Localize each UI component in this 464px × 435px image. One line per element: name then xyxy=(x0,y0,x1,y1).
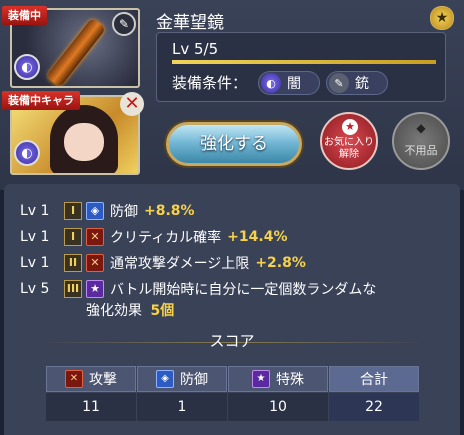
junk-label: 不用品 xyxy=(404,144,438,157)
star-icon[interactable]: ★ xyxy=(430,6,454,30)
equip-condition-label: 装備条件： xyxy=(172,74,248,92)
skill-name: クリティカル確率 xyxy=(110,230,222,246)
star-icon: ★ xyxy=(342,119,358,135)
weapon-art xyxy=(45,17,107,86)
score-label: 特殊 xyxy=(276,372,304,388)
dark-element-icon: ◐ xyxy=(14,140,40,166)
gun-type-icon: ✎ xyxy=(112,12,136,36)
attack-icon: ✕ xyxy=(86,254,104,272)
shield-icon: ◈ xyxy=(86,202,104,220)
score-value-total: 22 xyxy=(329,393,419,421)
skill-name-line2: 強化効果 xyxy=(86,303,142,319)
skill-level: Lv 1 xyxy=(20,255,50,271)
level-bar xyxy=(172,60,436,64)
attack-icon: ✕ xyxy=(65,370,83,388)
equipped-tag: 装備中 xyxy=(2,6,47,25)
equipped-character-tag: 装備中キャラ xyxy=(2,91,80,110)
skill-value: +14.4% xyxy=(227,229,288,245)
skill-row: Lv 5 III ★ バトル開始時に自分に一定個数ランダムな xyxy=(20,278,382,300)
item-level: Lv 5/5 xyxy=(172,40,219,58)
condition-gun: ✎ 銃 xyxy=(326,71,388,95)
score-header-defense: ◈ 防御 xyxy=(137,366,227,392)
score-label: 攻撃 xyxy=(89,372,117,388)
dark-element-icon: ◐ xyxy=(261,73,281,93)
skill-name-continued: 強化効果 5個 xyxy=(86,300,174,320)
special-icon: ★ xyxy=(86,280,104,298)
condition-label: 闇 xyxy=(287,76,301,92)
rank-badge: II xyxy=(64,254,82,272)
skill-value: +8.8% xyxy=(144,203,195,219)
skill-row: Lv 1 I ✕ クリティカル確率 +14.4% xyxy=(20,226,287,248)
skill-name: 防御 xyxy=(110,204,138,220)
score-label: 防御 xyxy=(180,372,208,388)
enhance-button[interactable]: 強化する xyxy=(166,122,302,166)
condition-label: 銃 xyxy=(355,76,369,92)
skill-row: Lv 1 I ◈ 防御 +8.8% xyxy=(20,200,195,222)
skill-level: Lv 1 xyxy=(20,229,50,245)
junk-button[interactable]: ◆ 不用品 xyxy=(392,112,450,170)
unfavorite-label: お気に入り 解除 xyxy=(324,137,374,160)
close-icon[interactable]: ✕ xyxy=(120,92,144,116)
score-label: 合計 xyxy=(360,372,388,388)
unfavorite-button[interactable]: ★ お気に入り 解除 xyxy=(320,112,378,170)
item-title: 金華望鏡 xyxy=(156,13,224,33)
gun-type-icon: ✎ xyxy=(329,73,349,93)
skill-level: Lv 1 xyxy=(20,203,50,219)
score-value-defense: 1 xyxy=(137,393,227,421)
junk-icon: ◆ xyxy=(416,121,426,135)
shield-icon: ◈ xyxy=(156,370,174,388)
special-icon: ★ xyxy=(252,370,270,388)
character-face xyxy=(64,123,104,161)
attack-icon: ✕ xyxy=(86,228,104,246)
score-value-special: 10 xyxy=(228,393,328,421)
condition-dark: ◐ 闇 xyxy=(258,71,320,95)
score-header-special: ★ 特殊 xyxy=(228,366,328,392)
score-header-total: 合計 xyxy=(329,366,419,392)
rank-badge: III xyxy=(64,280,82,298)
dark-element-icon: ◐ xyxy=(14,54,40,80)
score-title: スコア xyxy=(209,332,255,350)
skill-row: Lv 1 II ✕ 通常攻撃ダメージ上限 +2.8% xyxy=(20,252,306,274)
skill-name: 通常攻撃ダメージ上限 xyxy=(110,256,250,272)
skill-value: 5個 xyxy=(150,303,175,319)
score-value-attack: 11 xyxy=(46,393,136,421)
skill-name: バトル開始時に自分に一定個数ランダムな xyxy=(110,282,377,298)
rank-badge: I xyxy=(64,202,82,220)
score-header-attack: ✕ 攻撃 xyxy=(46,366,136,392)
rank-badge: I xyxy=(64,228,82,246)
skill-level: Lv 5 xyxy=(20,281,50,297)
skill-value: +2.8% xyxy=(255,255,306,271)
